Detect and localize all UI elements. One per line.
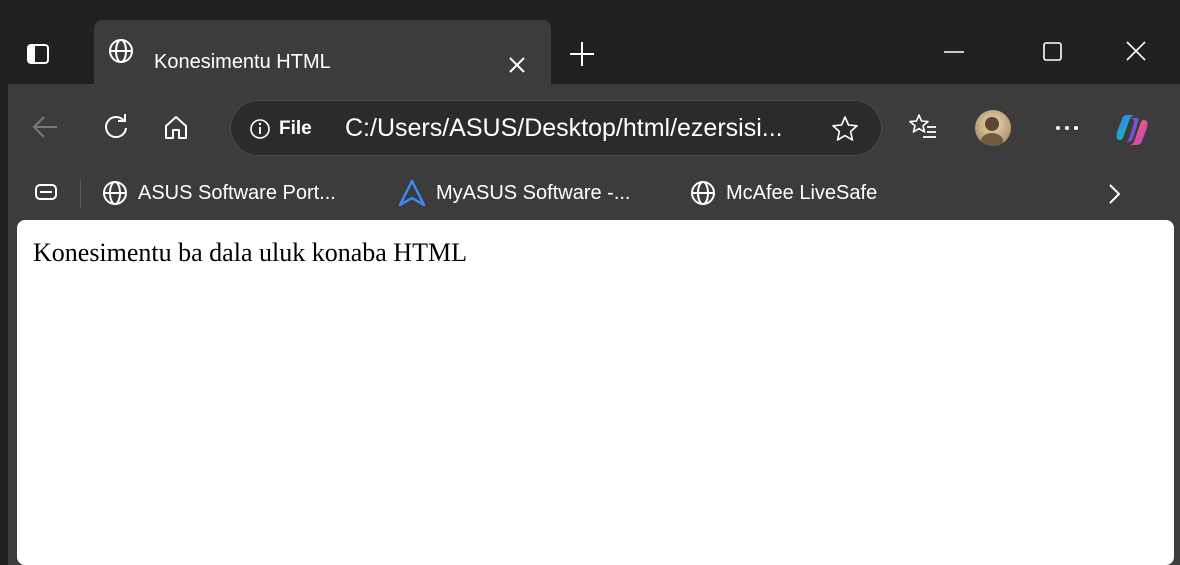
address-bar[interactable]: File C:/Users/ASUS/Desktop/html/ezersisi… — [230, 100, 882, 156]
info-icon — [249, 118, 271, 140]
site-info-button[interactable]: File — [249, 116, 312, 142]
myasus-icon — [398, 179, 426, 207]
bookmark-label: ASUS Software Port... — [138, 181, 336, 204]
home-icon[interactable] — [161, 112, 191, 142]
maximize-icon[interactable] — [1036, 36, 1068, 68]
minimize-icon[interactable] — [938, 36, 970, 68]
favorites-icon[interactable] — [908, 112, 938, 142]
bookmark-label: MyASUS Software -... — [436, 181, 631, 204]
bookmark-asus-software-portal[interactable]: ASUS Software Port... — [102, 178, 336, 208]
tab-actions-icon[interactable] — [24, 40, 52, 68]
globe-icon — [108, 38, 134, 64]
page-text: Konesimentu ba dala uluk konaba HTML — [33, 238, 467, 267]
profile-avatar[interactable] — [975, 110, 1011, 146]
bookmark-label: McAfee LiveSafe — [726, 181, 878, 204]
title-bar: Konesimentu HTML — [8, 8, 1180, 84]
site-info-label: File — [279, 118, 312, 139]
back-icon[interactable] — [30, 112, 60, 142]
bookmarks-divider — [80, 180, 81, 208]
toolbar: File C:/Users/ASUS/Desktop/html/ezersisi… — [8, 84, 1180, 156]
more-options-icon[interactable] — [1052, 118, 1082, 138]
url-text[interactable]: C:/Users/ASUS/Desktop/html/ezersisi... — [345, 114, 783, 143]
bookmarks-bar: ASUS Software Port... MyASUS Software -.… — [8, 156, 1180, 218]
chevron-right-icon[interactable] — [1104, 181, 1124, 207]
tab-title: Konesimentu HTML — [154, 51, 331, 73]
add-favorite-star-icon[interactable] — [831, 115, 859, 143]
close-window-icon[interactable] — [1120, 36, 1152, 68]
tab-active[interactable]: Konesimentu HTML — [94, 20, 551, 84]
browser-window: Konesimentu HTML File C:/Users/ASUS/Desk… — [8, 8, 1180, 565]
new-tab-icon[interactable] — [568, 40, 596, 68]
refresh-icon[interactable] — [101, 112, 131, 142]
collections-icon[interactable] — [34, 183, 60, 203]
bookmark-myasus-software[interactable]: MyASUS Software -... — [398, 178, 631, 208]
page-content: Konesimentu ba dala uluk konaba HTML — [17, 220, 1174, 565]
globe-icon — [103, 181, 127, 205]
copilot-icon[interactable] — [1112, 110, 1152, 150]
close-tab-icon[interactable] — [506, 54, 528, 76]
bookmark-mcafee-livesafe[interactable]: McAfee LiveSafe — [690, 178, 877, 208]
globe-icon — [691, 181, 715, 205]
